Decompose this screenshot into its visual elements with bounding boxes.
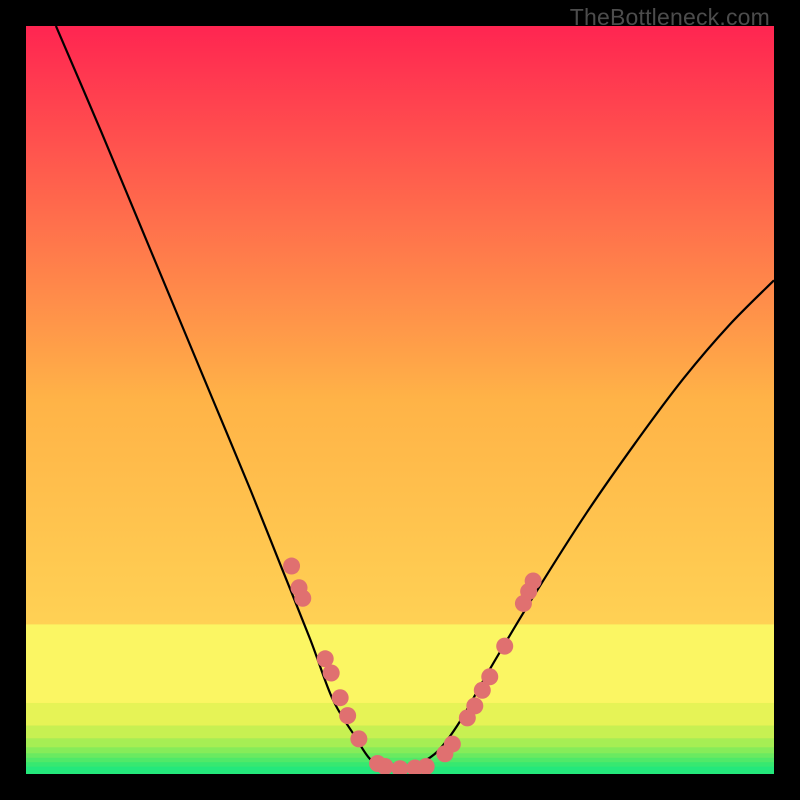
data-point	[323, 665, 340, 682]
data-point	[350, 730, 367, 747]
data-point	[444, 736, 461, 753]
data-point	[283, 558, 300, 575]
data-point	[466, 697, 483, 714]
data-point	[418, 758, 435, 774]
data-point	[339, 707, 356, 724]
left-curve	[56, 26, 400, 774]
curve-layer	[26, 26, 774, 774]
data-point	[294, 590, 311, 607]
scatter-points	[283, 558, 542, 774]
data-point	[496, 638, 513, 655]
data-point	[525, 573, 542, 590]
data-point	[332, 689, 349, 706]
plot-area	[26, 26, 774, 774]
right-curve	[400, 280, 774, 774]
data-point	[481, 668, 498, 685]
data-point	[392, 760, 409, 774]
chart-frame: TheBottleneck.com	[0, 0, 800, 800]
